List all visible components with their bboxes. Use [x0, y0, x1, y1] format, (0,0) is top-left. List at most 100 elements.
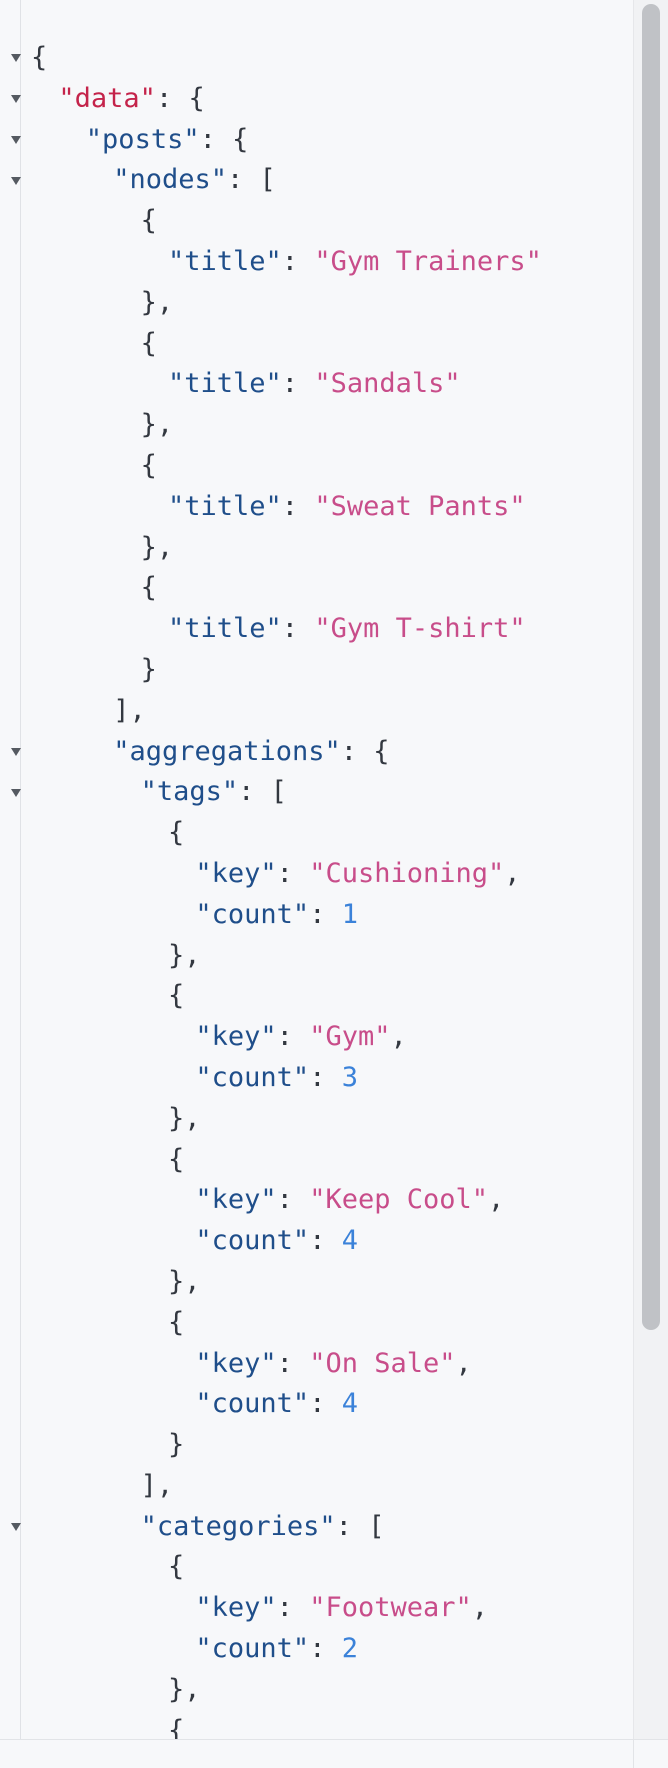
json-line: "title": "Sweat Pants" [0, 487, 630, 528]
json-line-content: "categories": [ [141, 1507, 385, 1548]
vertical-scrollbar[interactable] [633, 0, 668, 1740]
json-key: "data" [58, 82, 156, 114]
json-key: "count" [195, 898, 310, 930]
json-punctuation: }, [168, 1102, 201, 1134]
json-separator: : [281, 245, 315, 277]
json-key: "count" [195, 1633, 310, 1665]
json-punctuation: ], [113, 694, 146, 726]
json-line: "key": "Cushioning", [0, 854, 630, 895]
json-line: "key": "Keep Cool", [0, 1180, 630, 1221]
json-line-content: "posts": { [86, 120, 249, 161]
json-line: { [0, 201, 630, 242]
json-punctuation: { [188, 82, 205, 114]
json-line-content: "count": 4 [195, 1384, 358, 1425]
json-separator: : [276, 1592, 310, 1624]
json-line-content: "title": "Gym Trainers" [168, 242, 542, 283]
json-separator: : [155, 82, 189, 114]
json-separator: : [309, 1633, 342, 1665]
json-line: { [0, 1140, 630, 1181]
json-line: "key": "Footwear", [0, 1588, 630, 1629]
json-line: "aggregations": { [0, 732, 630, 773]
json-line: } [0, 650, 630, 691]
json-code-area[interactable]: {"data": {"posts": {"nodes": [{"title": … [0, 38, 630, 1751]
json-string-value: "Cushioning" [309, 857, 505, 889]
json-line: { [0, 38, 630, 79]
json-line: "count": 3 [0, 1058, 630, 1099]
json-line-content: ], [141, 1466, 174, 1507]
json-line: }, [0, 405, 630, 446]
json-line-content: "tags": [ [141, 772, 287, 813]
json-line-content: "count": 1 [195, 895, 358, 936]
json-line-content: "key": "On Sale", [195, 1344, 471, 1385]
json-separator: : [335, 1510, 369, 1542]
json-separator: : [309, 898, 342, 930]
json-punctuation: [ [368, 1510, 385, 1542]
json-line: }, [0, 936, 630, 977]
json-string-value: "Sweat Pants" [314, 490, 526, 522]
json-line: "count": 1 [0, 895, 630, 936]
vertical-scrollbar-thumb[interactable] [642, 4, 660, 1330]
json-line: }, [0, 1262, 630, 1303]
json-punctuation: { [140, 327, 157, 359]
json-punctuation: { [140, 449, 157, 481]
json-key: "title" [168, 368, 282, 400]
fold-toggle-icon[interactable] [9, 120, 23, 161]
json-line: "title": "Gym Trainers" [0, 242, 630, 283]
json-separator: : [199, 123, 233, 155]
json-line-content: }, [141, 528, 174, 569]
json-line-content: "count": 4 [195, 1221, 358, 1262]
json-punctuation: { [140, 572, 157, 604]
json-punctuation: } [168, 1429, 185, 1461]
json-line-content: { [168, 813, 184, 854]
json-punctuation: , [488, 1184, 505, 1216]
json-line-content: "data": { [58, 79, 204, 120]
fold-toggle-icon[interactable] [9, 79, 23, 120]
json-line: { [0, 976, 630, 1017]
json-key: "posts" [85, 123, 200, 155]
json-punctuation: }, [140, 531, 174, 563]
json-line: "count": 4 [0, 1384, 630, 1425]
json-line-content: "key": "Cushioning", [195, 854, 520, 895]
json-key: "key" [195, 1592, 277, 1624]
json-string-value: "Keep Cool" [309, 1184, 488, 1216]
json-line-content: "nodes": [ [113, 160, 276, 201]
json-separator: : [309, 1061, 342, 1093]
fold-toggle-icon[interactable] [9, 772, 23, 813]
json-punctuation: { [31, 42, 48, 73]
json-string-value: "Footwear" [309, 1592, 472, 1624]
json-line-content: }, [168, 936, 201, 977]
json-key: "key" [195, 1347, 277, 1379]
json-number-value: 1 [341, 898, 358, 930]
json-separator: : [276, 1021, 310, 1053]
json-line: { [0, 324, 630, 365]
json-line-content: "count": 3 [195, 1058, 358, 1099]
json-separator: : [276, 1184, 310, 1216]
json-punctuation: { [168, 1551, 185, 1583]
horizontal-scrollbar[interactable] [0, 1739, 668, 1768]
json-punctuation: [ [270, 776, 287, 808]
json-key: "count" [195, 1061, 310, 1093]
json-line-content: "aggregations": { [113, 732, 389, 773]
json-punctuation: [ [259, 164, 276, 196]
json-key: "key" [195, 1021, 277, 1053]
json-line: }, [0, 1099, 630, 1140]
json-line-content: }, [168, 1099, 201, 1140]
json-line-content: }, [168, 1670, 201, 1711]
json-line-content: { [168, 1303, 184, 1344]
json-line: "categories": [ [0, 1507, 630, 1548]
fold-toggle-icon[interactable] [9, 38, 23, 79]
fold-toggle-icon[interactable] [9, 1507, 23, 1548]
json-line-content: } [141, 650, 157, 691]
fold-toggle-icon[interactable] [9, 732, 23, 773]
json-line-content: "title": "Sweat Pants" [168, 487, 526, 528]
json-line-content: "key": "Gym", [195, 1017, 406, 1058]
json-line: ], [0, 1466, 630, 1507]
json-punctuation: , [390, 1021, 407, 1053]
json-punctuation: ], [140, 1469, 174, 1501]
json-line-content: "title": "Gym T-shirt" [168, 609, 526, 650]
json-separator: : [309, 1225, 342, 1257]
json-punctuation: , [504, 857, 521, 889]
json-key: "count" [195, 1388, 310, 1420]
json-line-content: { [168, 976, 184, 1017]
fold-toggle-icon[interactable] [9, 160, 23, 201]
